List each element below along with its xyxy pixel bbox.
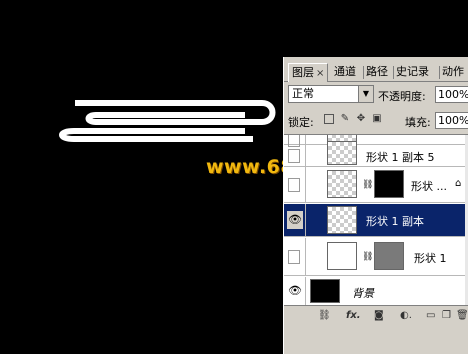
tab-layers[interactable]: 图层 × (288, 63, 329, 82)
link-icon[interactable]: ⛓ (362, 180, 373, 190)
lock-all-icon[interactable]: ▣ (372, 114, 382, 124)
blend-mode-value: 正常 (292, 87, 314, 100)
tab-paths[interactable]: 路径 (366, 63, 388, 81)
fill-label: 填充: (405, 116, 431, 129)
adjustment-icon[interactable]: ◐. (400, 310, 412, 322)
divider (305, 238, 306, 275)
new-layer-icon[interactable]: ❐ (442, 310, 451, 322)
layer-name: 形状 ... (411, 180, 447, 193)
visibility-toggle[interactable] (288, 250, 300, 264)
layer-thumbnail (310, 279, 340, 303)
lock-transparent-icon[interactable] (324, 114, 334, 124)
lock-icon: ⌂ (455, 178, 462, 189)
blend-mode-select[interactable]: 正常 ▼ (288, 85, 374, 103)
divider (305, 145, 306, 166)
layers-panel: 图层 × 通道 路径 史记录 动作 正常 ▼ 不透明度: 100% 锁定: ✎ ✥… (283, 57, 468, 354)
opacity-input[interactable]: 100% (435, 86, 468, 103)
folder-icon[interactable]: ▭ (426, 310, 435, 322)
tab-channels[interactable]: 通道 (334, 63, 356, 81)
tab-divider (439, 66, 440, 79)
tab-divider (393, 66, 394, 79)
layer-name: 背景 (352, 287, 374, 300)
lock-brush-icon[interactable]: ✎ (340, 114, 350, 124)
mask-icon[interactable]: ◙ (374, 310, 384, 322)
tab-history[interactable]: 史记录 (396, 63, 429, 81)
layer-thumbnail (327, 242, 357, 270)
eye-icon[interactable]: 👁 (286, 282, 304, 300)
layer-row-selected[interactable]: 👁 形状 1 副本 (284, 204, 468, 237)
vector-mask-thumbnail[interactable] (374, 242, 404, 270)
link-icon[interactable]: ⛓ (362, 252, 373, 262)
tab-channels-label: 通道 (334, 65, 356, 78)
layer-row-background[interactable]: 👁 背景 (284, 277, 468, 306)
layer-row[interactable] (284, 135, 468, 147)
tab-actions-label: 动作 (442, 65, 464, 78)
chevron-down-icon[interactable]: ▼ (358, 86, 373, 102)
fx-icon[interactable]: fx. (346, 310, 361, 322)
layer-row[interactable]: ⛓ 形状 ... ⌂ (284, 167, 468, 203)
trash-icon[interactable]: 🗑 (456, 310, 468, 322)
tab-paths-label: 路径 (366, 65, 388, 78)
layers-list: 形状 1 副本 5 ⛓ 形状 ... ⌂ 👁 形状 1 副本 ⛓ 形状 1 👁 … (284, 134, 468, 306)
blend-row: 正常 ▼ 不透明度: 100% (284, 84, 468, 106)
layers-bottom-bar: ⛓ fx. ◙ ◐. ▭ ❐ 🗑 (284, 305, 468, 328)
divider (305, 135, 306, 144)
lock-row: 锁定: ✎ ✥ ▣ 填充: 100% (284, 109, 468, 131)
layer-thumbnail (327, 141, 357, 165)
divider (305, 204, 306, 236)
fill-input[interactable]: 100% (435, 112, 468, 129)
divider (305, 277, 306, 306)
tab-layers-label: 图层 (292, 66, 314, 79)
layer-name: 形状 1 副本 (366, 215, 424, 228)
layer-row[interactable]: 形状 1 副本 5 (284, 141, 468, 167)
link-icon[interactable]: ⛓ (318, 310, 331, 322)
layer-row[interactable]: ⛓ 形状 1 (284, 238, 468, 276)
opacity-label: 不透明度: (378, 90, 426, 103)
eye-icon[interactable]: 👁 (287, 211, 303, 229)
tab-divider (363, 66, 364, 79)
close-icon[interactable]: × (316, 68, 324, 79)
tab-history-label: 史记录 (396, 65, 429, 78)
move-icon[interactable]: ✥ (356, 114, 366, 124)
tab-actions[interactable]: 动作 (442, 63, 464, 81)
panel-tabs: 图层 × 通道 路径 史记录 动作 (284, 63, 468, 82)
visibility-toggle[interactable] (288, 149, 300, 163)
layer-name: 形状 1 副本 5 (366, 151, 435, 164)
layer-thumbnail (327, 206, 357, 234)
vector-mask-thumbnail[interactable] (374, 170, 404, 198)
divider (305, 167, 306, 202)
lock-label: 锁定: (288, 116, 314, 129)
layer-name: 形状 1 (414, 252, 447, 265)
layer-thumbnail (327, 170, 357, 198)
visibility-toggle[interactable] (288, 178, 300, 192)
